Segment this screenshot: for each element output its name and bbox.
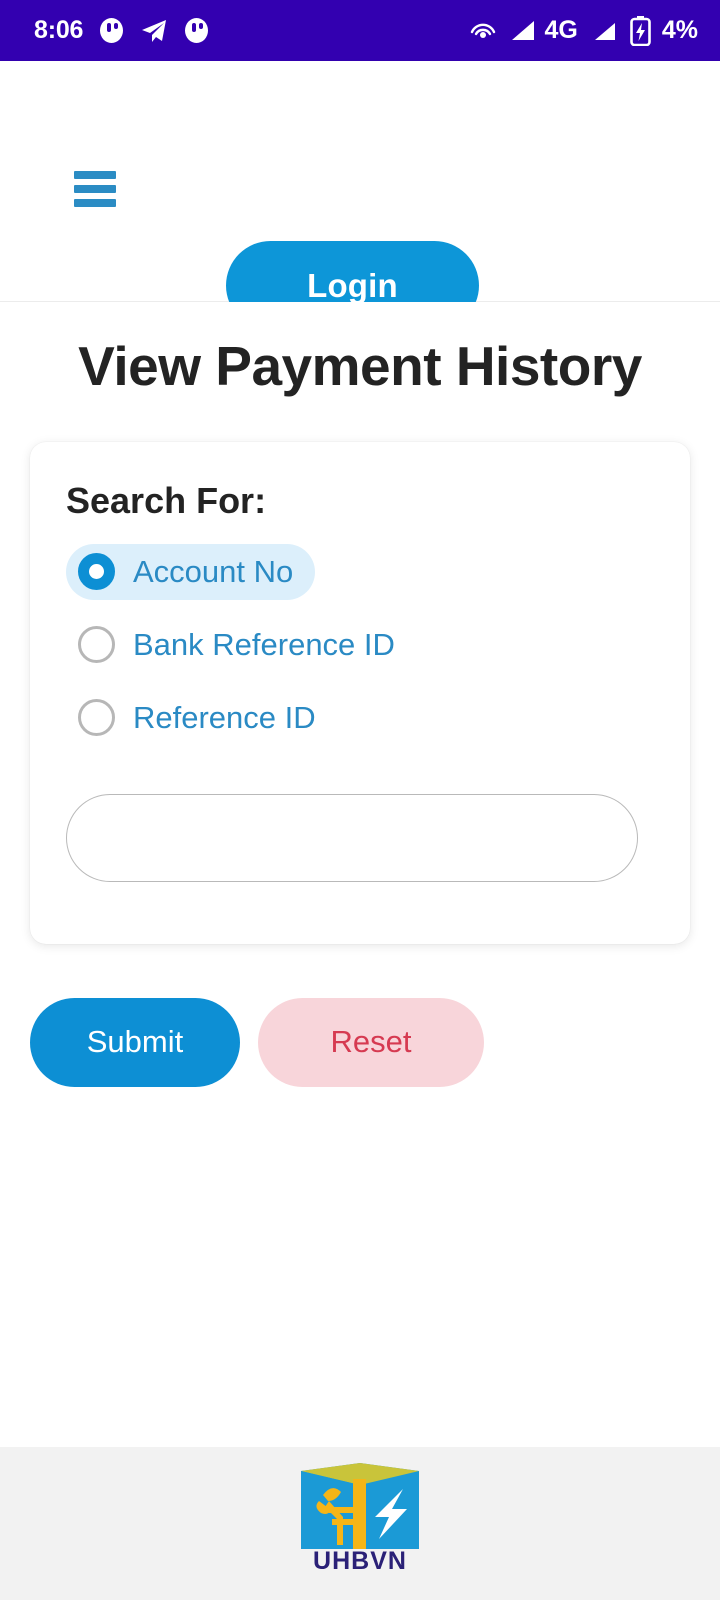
search-value-input[interactable]: [66, 793, 638, 882]
uhbvn-logo-icon: [301, 1463, 419, 1549]
battery-charging-icon: [630, 15, 651, 46]
battery-percent-label: 4%: [661, 16, 698, 44]
radio-option-account-no[interactable]: Account No: [66, 543, 316, 600]
status-bar-right: 4G 4%: [470, 15, 698, 46]
search-card: Search For: Account No Bank Reference ID…: [30, 441, 690, 944]
page-title: View Payment History: [78, 335, 642, 397]
radio-label-bank-reference-id: Bank Reference ID: [133, 626, 395, 662]
telegram-plane-icon: [140, 18, 168, 44]
radio-mark-empty-icon-2: [78, 699, 115, 736]
status-bar: 8:06 4G 4%: [0, 0, 720, 61]
main-content: View Payment History Search For: Account…: [0, 302, 720, 1447]
network-type-label: 4G: [544, 16, 578, 44]
radio-label-account-no: Account No: [133, 553, 294, 589]
app-badge-icon: [100, 18, 124, 43]
cast-icon: [470, 18, 497, 44]
radio-label-reference-id: Reference ID: [133, 699, 316, 735]
app-badge-icon-2: [185, 18, 209, 43]
app-screen: 8:06 4G 4% Login View Payment History Se…: [0, 0, 720, 1600]
radio-mark-empty-icon: [78, 626, 115, 663]
reset-button[interactable]: Reset: [258, 997, 484, 1087]
hamburger-menu-icon[interactable]: [74, 171, 116, 207]
signal-bars-icon-2: [591, 18, 617, 43]
uhbvn-logo-text: UHBVN: [313, 1547, 407, 1575]
search-for-label: Search For:: [66, 479, 267, 521]
app-header: Login: [0, 61, 720, 330]
hamburger-bar-3: [74, 199, 116, 207]
signal-bars-icon: [510, 18, 536, 43]
footer: UHBVN: [0, 1447, 720, 1600]
form-actions: Submit Reset: [30, 997, 720, 1087]
submit-button[interactable]: Submit: [30, 997, 240, 1087]
radio-mark-selected-icon: [78, 553, 115, 590]
hamburger-bar-2: [74, 185, 116, 193]
status-bar-left: 8:06: [34, 16, 209, 45]
status-bar-clock: 8:06: [34, 16, 84, 44]
radio-option-bank-reference-id[interactable]: Bank Reference ID: [66, 617, 417, 673]
radio-option-reference-id[interactable]: Reference ID: [66, 690, 338, 746]
hamburger-bar-1: [74, 171, 116, 179]
search-type-radio-group: Account No Bank Reference ID Reference I…: [66, 543, 654, 746]
uhbvn-logo: UHBVN: [299, 1461, 421, 1576]
